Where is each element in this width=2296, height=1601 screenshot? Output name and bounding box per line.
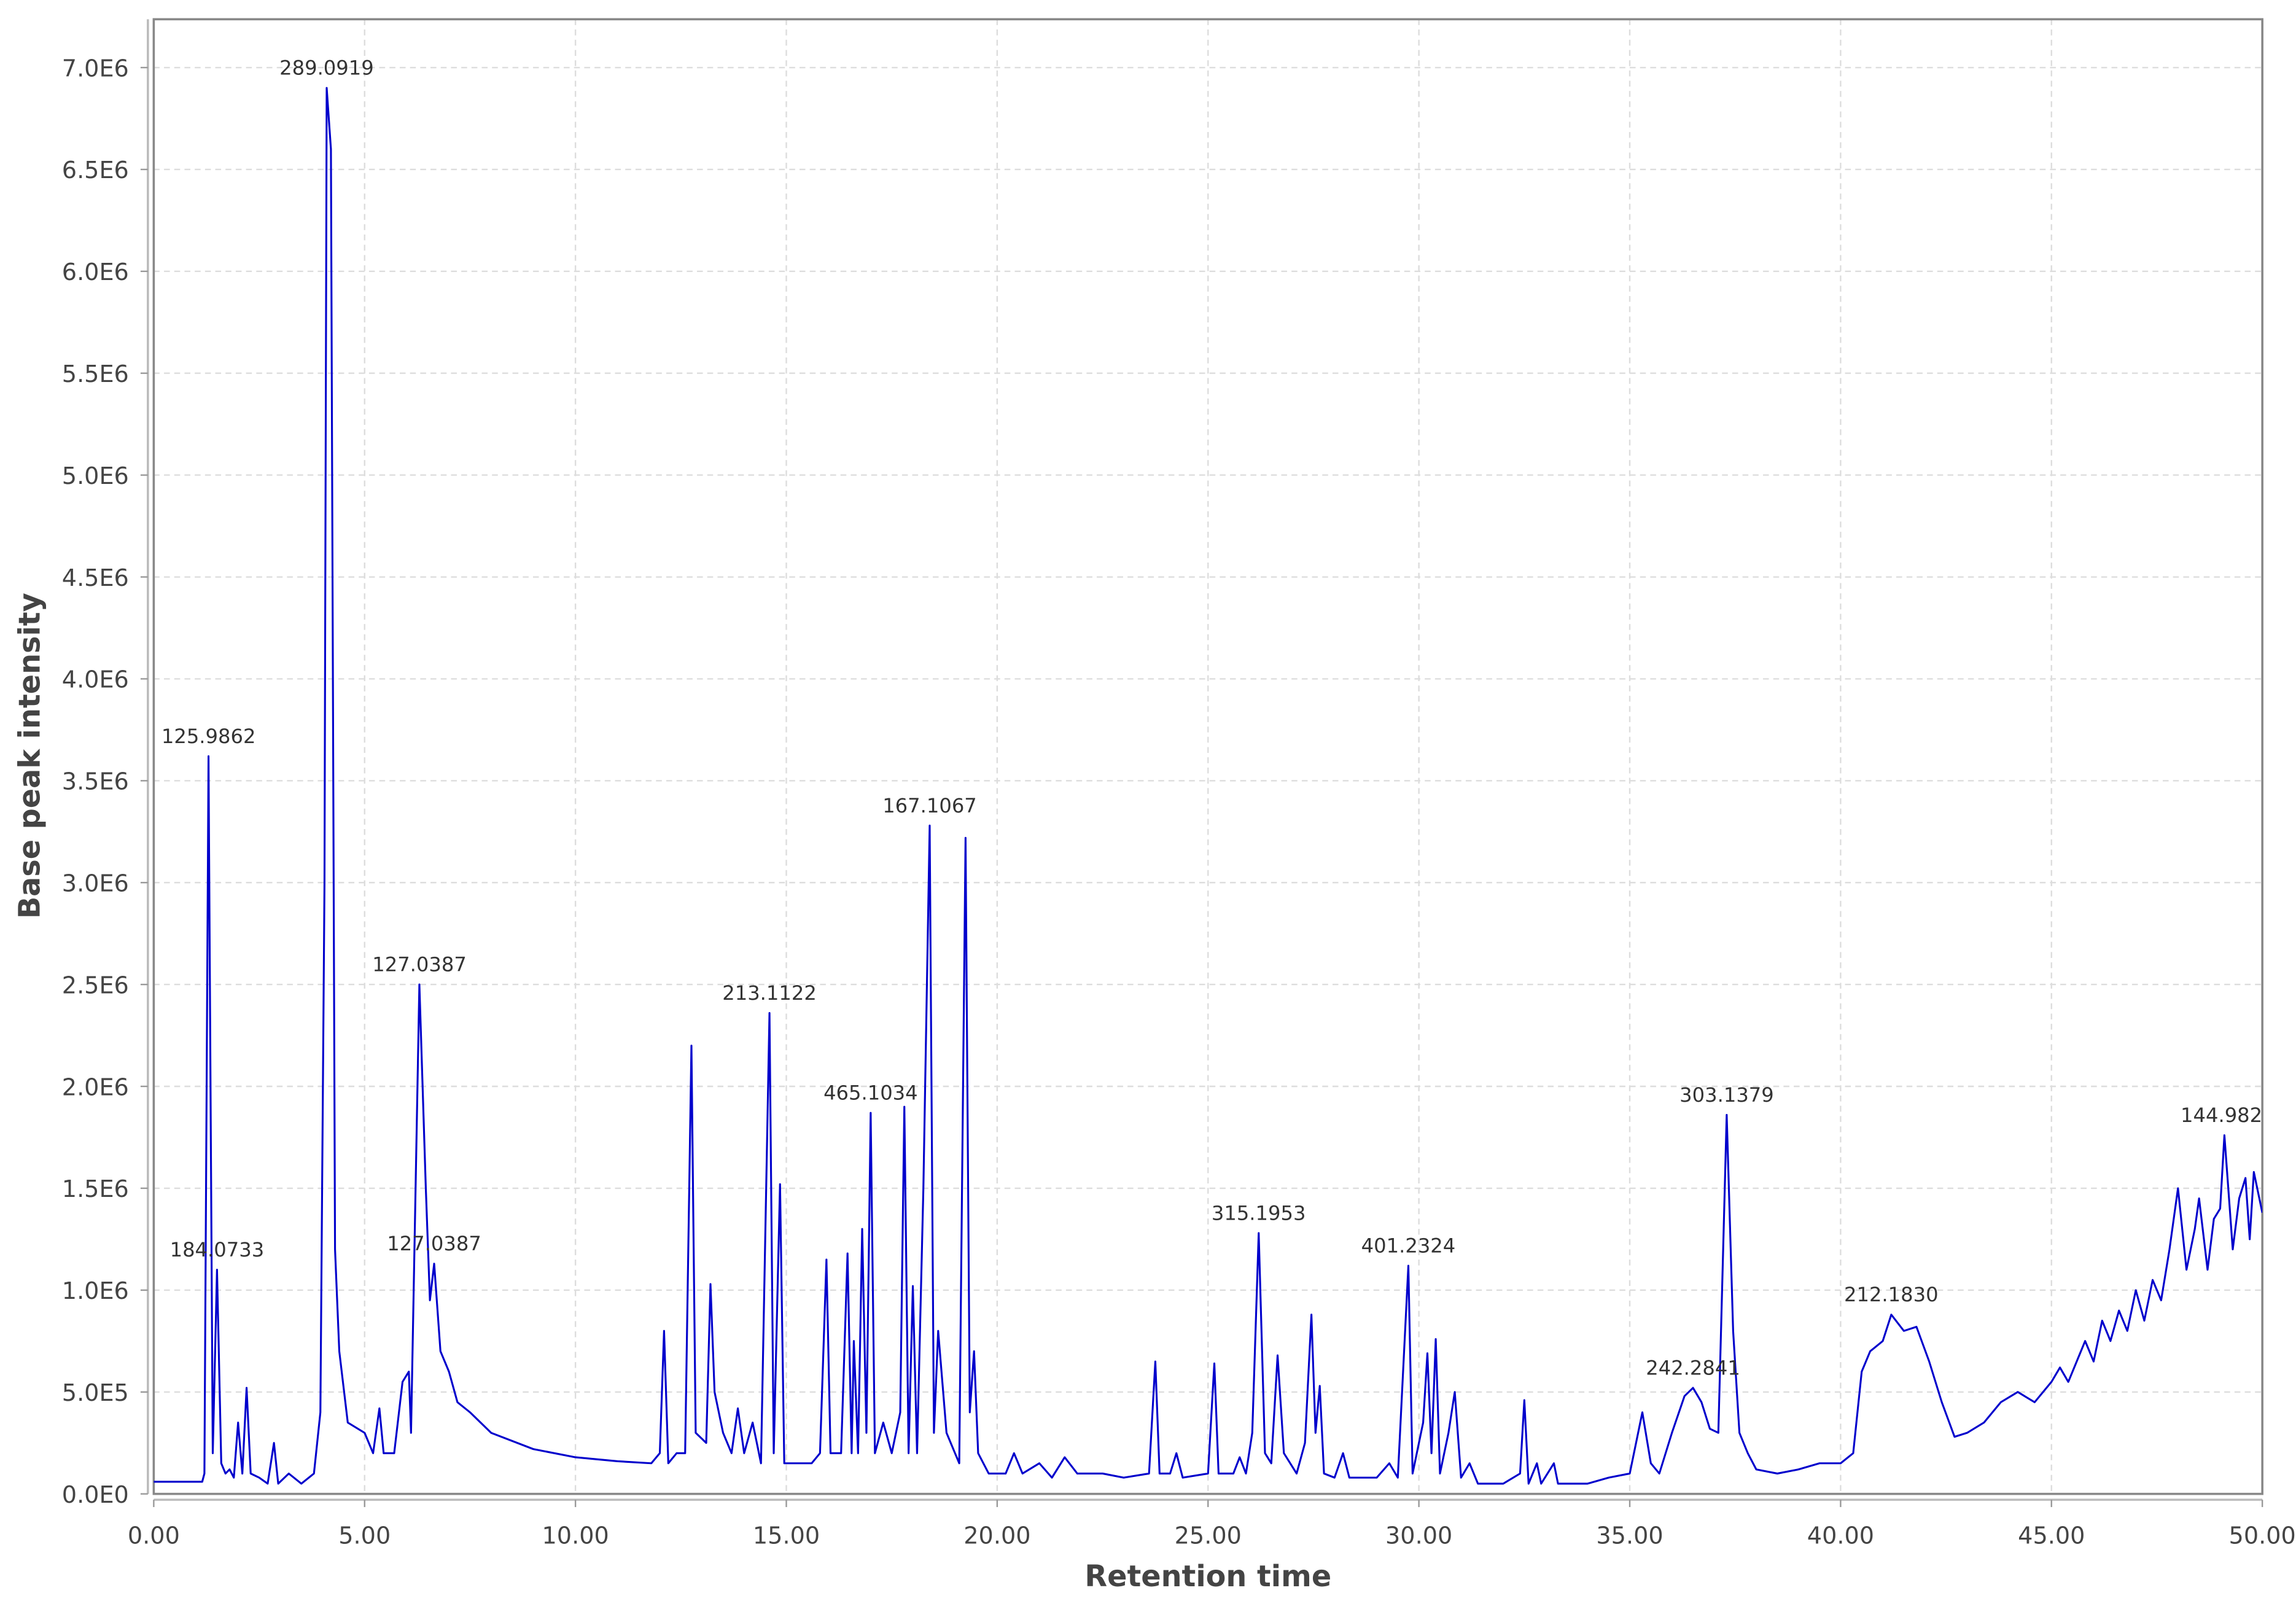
y-tick-label: 5.0E5 <box>62 1379 129 1406</box>
x-tick-label: 40.00 <box>1807 1522 1874 1549</box>
y-tick-label: 5.0E6 <box>62 462 129 489</box>
peak-label: 401.2324 <box>1361 1234 1456 1258</box>
y-tick-label: 2.5E6 <box>62 972 129 999</box>
y-tick-label: 5.5E6 <box>62 360 129 388</box>
x-tick-label: 20.00 <box>963 1522 1030 1549</box>
x-tick-label: 35.00 <box>1596 1522 1663 1549</box>
x-tick-label: 50.00 <box>2229 1522 2296 1549</box>
y-tick-label: 6.0E6 <box>62 259 129 286</box>
peak-label: 289.0919 <box>279 56 374 80</box>
ticks: 0.00 5.00 10.00 15.00 20.00 25.00 30.00 35.00 40… <box>62 55 2296 1549</box>
grid <box>154 19 2262 1494</box>
y-tick-label: 1.0E6 <box>62 1277 129 1304</box>
peak-label: 213.1122 <box>722 981 817 1005</box>
y-tick-label: 4.5E6 <box>62 564 129 591</box>
peak-label: 127.0387 <box>372 953 467 976</box>
peak-label: 125.9862 <box>161 725 256 748</box>
peak-label: 184.0733 <box>170 1238 265 1261</box>
y-tick-label: 4.0E6 <box>62 666 129 693</box>
peak-label: 144.982 <box>2181 1104 2262 1127</box>
x-tick-label: 30.00 <box>1385 1522 1452 1549</box>
y-axis-title: Base peak intensity <box>13 593 47 919</box>
y-tick-label: 0.0E0 <box>62 1481 129 1508</box>
x-tick-label: 5.00 <box>338 1522 391 1549</box>
peak-label: 167.1067 <box>882 794 977 817</box>
y-tick-label: 3.0E6 <box>62 870 129 897</box>
peak-label: 242.2841 <box>1646 1357 1740 1380</box>
y-tick-label: 3.5E6 <box>62 768 129 795</box>
peak-label: 465.1034 <box>823 1081 918 1105</box>
peak-annotations: 289.0919 125.9862 184.0733 127.0387 127.0387… <box>161 56 2262 1380</box>
x-tick-label: 25.00 <box>1175 1522 1242 1549</box>
peak-label: 212.1830 <box>1844 1283 1939 1306</box>
x-tick-label: 10.00 <box>542 1522 609 1549</box>
y-tick-label: 6.5E6 <box>62 157 129 184</box>
x-tick-label: 45.00 <box>2018 1522 2085 1549</box>
peak-label: 315.1953 <box>1212 1201 1306 1225</box>
x-tick-label: 0.00 <box>128 1522 180 1549</box>
y-tick-label: 7.0E6 <box>62 55 129 82</box>
x-tick-label: 15.00 <box>753 1522 820 1549</box>
peak-label: 127.0387 <box>387 1232 481 1255</box>
x-axis-title: Retention time <box>1084 1560 1331 1594</box>
y-tick-label: 1.5E6 <box>62 1175 129 1202</box>
chromatogram-chart: 0.00 5.00 10.00 15.00 20.00 25.00 30.00 35.00 40… <box>0 0 2296 1601</box>
peak-label: 303.1379 <box>1679 1083 1774 1107</box>
y-tick-label: 2.0E6 <box>62 1073 129 1100</box>
